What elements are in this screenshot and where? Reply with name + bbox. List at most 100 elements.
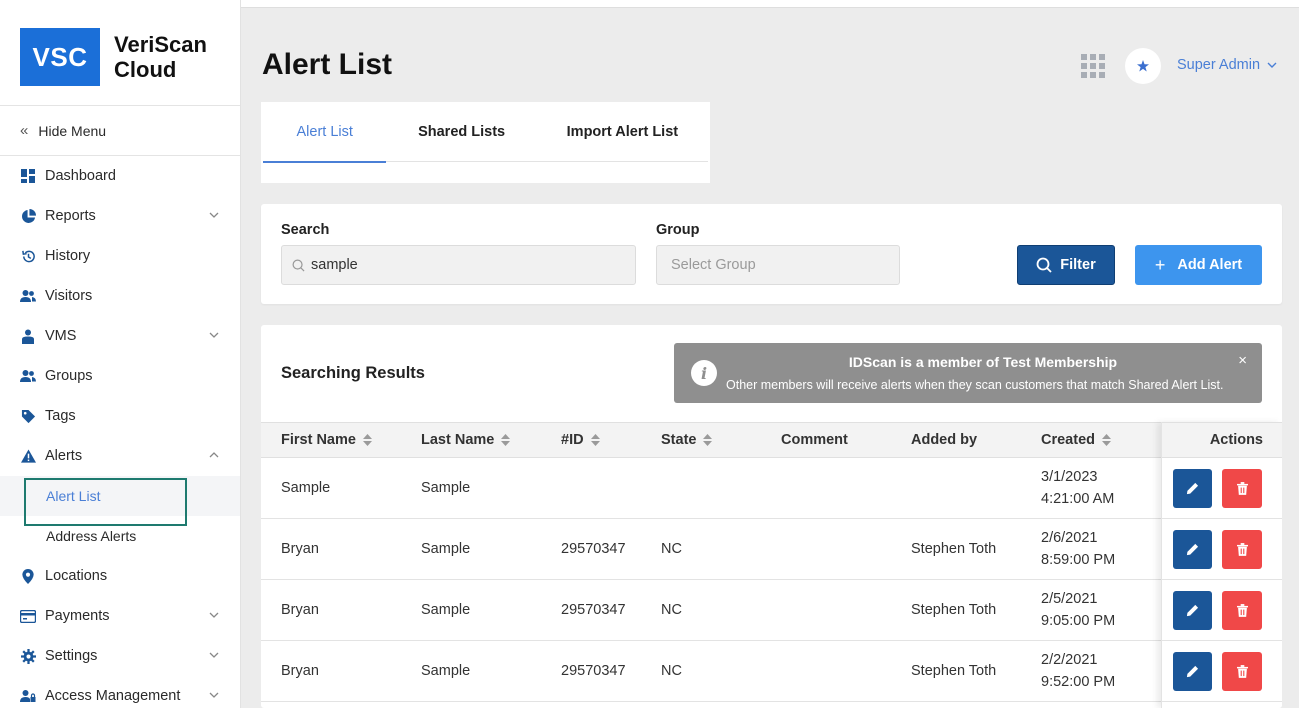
sidebar-item-label: Alerts	[45, 448, 83, 464]
delete-button[interactable]	[1222, 530, 1262, 569]
dashboard-icon	[20, 168, 36, 184]
results-panel: Searching Results i IDScan is a member o…	[261, 325, 1282, 708]
sidebar-item-settings[interactable]: Settings	[0, 636, 240, 676]
table-row: Bryan Sample 29570347 NC Stephen Toth 2/…	[261, 519, 1282, 580]
delete-button[interactable]	[1222, 591, 1262, 630]
sidebar-item-alert-list[interactable]: Alert List	[0, 476, 240, 526]
sidebar-item-access-management[interactable]: Access Management	[0, 676, 240, 708]
users-icon	[20, 288, 36, 304]
edit-button[interactable]	[1173, 591, 1212, 630]
sidebar-item-visitors[interactable]: Visitors	[0, 276, 240, 316]
chevron-down-icon	[209, 652, 219, 658]
sidebar-item-locations[interactable]: Locations	[0, 556, 240, 596]
edit-button[interactable]	[1173, 469, 1212, 508]
row-actions	[1162, 458, 1282, 519]
sidebar-item-history[interactable]: History	[0, 236, 240, 276]
sidebar-item-alerts[interactable]: Alerts	[0, 436, 240, 476]
column-label: #ID	[561, 432, 584, 448]
tab-bar: Alert List Shared Lists Import Alert Lis…	[263, 102, 708, 163]
row-actions	[1162, 580, 1282, 641]
cell-created-date: 2/2/2021	[1041, 652, 1098, 668]
column-label: State	[661, 432, 697, 448]
membership-notice: i IDScan is a member of Test Membership …	[674, 343, 1262, 403]
trash-icon	[1236, 482, 1248, 495]
double-chevron-left-icon: «	[20, 122, 29, 139]
column-label: Created	[1041, 432, 1095, 448]
user-name: Super Admin	[1177, 57, 1261, 73]
column-label: First Name	[281, 432, 356, 448]
sidebar-item-address-alerts[interactable]: Address Alerts	[0, 516, 240, 556]
column-header-comment: Comment	[781, 423, 848, 457]
trash-icon	[1236, 604, 1248, 617]
sidebar-item-reports[interactable]: Reports	[0, 196, 240, 236]
sidebar-item-groups[interactable]: Groups	[0, 356, 240, 396]
column-header-actions: Actions	[1162, 422, 1282, 458]
trash-icon	[1236, 665, 1248, 678]
cell-created-time: 4:21:00 AM	[1041, 491, 1115, 507]
row-actions	[1162, 641, 1282, 702]
cell-created: 2/5/2021 9:05:00 PM	[1041, 580, 1115, 640]
cell-created-time: 8:59:00 PM	[1041, 552, 1116, 568]
pencil-icon	[1186, 543, 1199, 556]
tag-icon	[20, 408, 36, 424]
hide-menu-button[interactable]: « Hide Menu	[0, 105, 240, 156]
sidebar-item-payments[interactable]: Payments	[0, 596, 240, 636]
add-alert-button-label: Add Alert	[1177, 257, 1243, 273]
location-pin-icon	[20, 568, 36, 584]
results-title: Searching Results	[281, 364, 425, 382]
tab-shared-lists[interactable]: Shared Lists	[386, 102, 536, 162]
table-row: Sample Sample 3/1/2023 4:21:00 AM	[261, 458, 1282, 519]
chevron-down-icon	[1267, 62, 1277, 68]
cell-state: NC	[661, 602, 682, 618]
sidebar-item-label: Alert List	[46, 488, 101, 504]
column-header-first-name[interactable]: First Name	[281, 423, 372, 457]
delete-button[interactable]	[1222, 652, 1262, 691]
logo[interactable]: VSC VeriScan Cloud	[20, 28, 207, 86]
warning-icon	[20, 448, 36, 464]
column-header-created[interactable]: Created	[1041, 423, 1111, 457]
cell-first-name: Bryan	[281, 663, 319, 679]
sidebar-nav: Dashboard Reports History Visitors VMS G…	[0, 156, 240, 708]
tab-import-alert-list[interactable]: Import Alert List	[537, 102, 708, 162]
cell-id: 29570347	[561, 541, 626, 557]
cell-state: NC	[661, 663, 682, 679]
avatar[interactable]	[1125, 48, 1161, 84]
actions-column: Actions	[1161, 422, 1282, 708]
notice-text: Other members will receive alerts when t…	[726, 378, 1224, 392]
cell-created-time: 9:05:00 PM	[1041, 613, 1116, 629]
search-field[interactable]	[281, 245, 636, 285]
column-header-id[interactable]: #ID	[561, 423, 600, 457]
add-alert-button[interactable]: + Add Alert	[1135, 245, 1262, 285]
cell-created: 2/2/2021 9:52:00 PM	[1041, 641, 1115, 701]
delete-button[interactable]	[1222, 469, 1262, 508]
sidebar-item-vms[interactable]: VMS	[0, 316, 240, 356]
sidebar-item-label: Visitors	[45, 288, 93, 304]
filter-button[interactable]: Filter	[1017, 245, 1115, 285]
search-input[interactable]	[311, 257, 611, 273]
cell-last-name: Sample	[421, 602, 471, 618]
row-actions	[1162, 519, 1282, 580]
hide-menu-label: Hide Menu	[38, 122, 107, 139]
column-header-last-name[interactable]: Last Name	[421, 423, 511, 457]
close-icon[interactable]: ×	[1238, 352, 1247, 369]
cell-created-date: 3/1/2023	[1041, 469, 1098, 485]
sidebar-item-label: Reports	[45, 208, 96, 224]
chevron-down-icon	[209, 612, 219, 618]
sidebar-item-tags[interactable]: Tags	[0, 396, 240, 436]
edit-button[interactable]	[1173, 652, 1212, 691]
search-icon	[1036, 257, 1052, 273]
person-badge-icon	[20, 328, 36, 344]
apps-grid-icon[interactable]	[1081, 54, 1105, 78]
filter-button-label: Filter	[1060, 257, 1096, 273]
user-lock-icon	[20, 688, 36, 704]
history-icon	[20, 248, 36, 264]
tab-alert-list[interactable]: Alert List	[263, 102, 387, 163]
chevron-down-icon	[209, 212, 219, 218]
group-select[interactable]: Select Group	[656, 245, 900, 285]
sidebar-item-dashboard[interactable]: Dashboard	[0, 156, 240, 196]
user-menu[interactable]: Super Admin	[1177, 57, 1278, 73]
column-header-state[interactable]: State	[661, 423, 713, 457]
cell-added-by: Stephen Toth	[911, 602, 997, 618]
cell-added-by: Stephen Toth	[911, 541, 997, 557]
edit-button[interactable]	[1173, 530, 1212, 569]
